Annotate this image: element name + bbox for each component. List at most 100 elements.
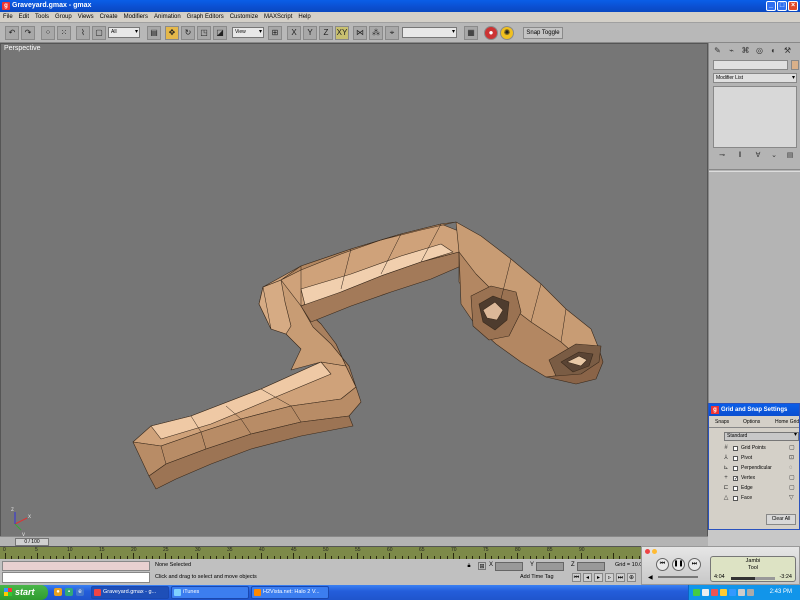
configure-modifier-sets-icon[interactable]: ▤	[785, 151, 795, 161]
select-by-name-icon[interactable]: ▤	[147, 26, 161, 40]
snap-toggle-button[interactable]: Snap Toggle	[523, 27, 563, 39]
coord-y-field[interactable]	[536, 562, 564, 571]
menu-animation[interactable]: Animation	[151, 12, 184, 23]
menu-graph-editors[interactable]: Graph Editors	[184, 12, 227, 23]
unlink-icon[interactable]: ⁙	[57, 26, 71, 40]
named-selection-dropdown[interactable]	[402, 27, 457, 38]
bind-space-warp-icon[interactable]: ⌇	[76, 26, 90, 40]
select-rotate-icon[interactable]: ↻	[181, 26, 195, 40]
snap-extra-icon-4[interactable]: ▢	[789, 474, 797, 483]
restrict-y-icon[interactable]: Y	[303, 26, 317, 40]
undo-icon[interactable]: ↶	[5, 26, 19, 40]
track-view-icon[interactable]: ▦	[464, 26, 478, 40]
coord-x-field[interactable]	[495, 562, 523, 571]
restrict-x-icon[interactable]: X	[287, 26, 301, 40]
minimize-button[interactable]: _	[766, 1, 776, 11]
object-color-swatch[interactable]	[791, 60, 799, 70]
maxscript-input-mini[interactable]	[2, 572, 150, 583]
tab-home-grid[interactable]: Home Grid	[775, 418, 799, 427]
make-unique-icon[interactable]: ∀	[753, 151, 763, 161]
close-button[interactable]: ×	[788, 1, 798, 11]
zoom-extents-icon[interactable]: ⊕	[627, 573, 636, 582]
play-icon[interactable]: ▸	[594, 573, 603, 582]
select-link-icon[interactable]: ⁘	[41, 26, 55, 40]
utilities-tab-icon[interactable]: ⚒	[782, 45, 793, 56]
restrict-xy-icon[interactable]: XY	[335, 26, 349, 40]
select-object-icon[interactable]: ▢	[92, 26, 106, 40]
restrict-z-icon[interactable]: Z	[319, 26, 333, 40]
menu-group[interactable]: Group	[52, 12, 75, 23]
quicklaunch-ie-icon[interactable]: e	[76, 588, 84, 596]
render-icon[interactable]: ✺	[500, 26, 514, 40]
modifier-stack[interactable]	[713, 86, 797, 148]
menu-help[interactable]: Help	[295, 12, 313, 23]
grid-points-checkbox[interactable]	[733, 446, 738, 451]
mirror-icon[interactable]: ⋈	[353, 26, 367, 40]
coord-z-field[interactable]	[577, 562, 605, 571]
hierarchy-tab-icon[interactable]: ⌘	[740, 45, 751, 56]
select-scale-icon[interactable]: ◳	[197, 26, 211, 40]
scale-options-icon[interactable]: ◪	[213, 26, 227, 40]
motion-tab-icon[interactable]: ◎	[754, 45, 765, 56]
reference-coord-dropdown[interactable]: View	[232, 27, 264, 38]
snap-extra-icon-6[interactable]: ▽	[789, 494, 797, 503]
menu-tools[interactable]: Tools	[32, 12, 52, 23]
align-icon[interactable]: ⌖	[385, 26, 399, 40]
tab-options[interactable]: Options	[743, 418, 760, 427]
snap-extra-icon-2[interactable]: ⊡	[789, 454, 797, 463]
tray-icon-1[interactable]	[693, 589, 700, 596]
menu-customize[interactable]: Customize	[227, 12, 261, 23]
previous-track-icon[interactable]: ⏮	[656, 558, 669, 571]
pause-icon[interactable]: ❚❚	[672, 558, 685, 571]
start-button[interactable]: start	[0, 585, 48, 600]
show-end-result-icon[interactable]: ‖	[735, 151, 745, 161]
display-tab-icon[interactable]: ◐	[768, 45, 779, 56]
redo-icon[interactable]: ↷	[21, 26, 35, 40]
tray-icon-7[interactable]	[747, 589, 754, 596]
snap-preset-dropdown[interactable]: Standard	[724, 432, 799, 441]
time-slider[interactable]: 0 / 100	[0, 536, 708, 546]
time-slider-thumb[interactable]: 0 / 100	[15, 538, 49, 546]
selection-filter-dropdown[interactable]: All	[108, 27, 140, 38]
object-name-field[interactable]	[713, 60, 788, 70]
menu-maxscript[interactable]: MAXScript	[261, 12, 295, 23]
menu-create[interactable]: Create	[97, 12, 121, 23]
grid-snap-titlebar[interactable]: g Grid and Snap Settings	[709, 404, 799, 416]
face-checkbox[interactable]	[733, 496, 738, 501]
menu-modifiers[interactable]: Modifiers	[121, 12, 151, 23]
track-bar[interactable]: 0 5 10 15 20 25 30 35 40 45 50 55 60 65 70 75 80 85 90	[0, 546, 708, 559]
perpendicular-checkbox[interactable]	[733, 466, 738, 471]
menu-edit[interactable]: Edit	[16, 12, 32, 23]
task-gmax[interactable]: Graveyard.gmax - g...	[91, 586, 169, 599]
tray-icon-4[interactable]	[720, 589, 727, 596]
go-to-end-icon[interactable]: ⏭	[616, 573, 625, 582]
go-to-start-icon[interactable]: ⏮	[572, 573, 581, 582]
remove-modifier-icon[interactable]: ⌄	[769, 151, 779, 161]
tray-icon-2[interactable]	[702, 589, 709, 596]
clock[interactable]: 2:43 PM	[770, 585, 792, 600]
tray-icon-6[interactable]	[738, 589, 745, 596]
pivot-checkbox[interactable]	[733, 456, 738, 461]
tray-icon-3[interactable]	[711, 589, 718, 596]
modify-tab-icon[interactable]: ⌁	[726, 45, 737, 56]
tray-icon-5[interactable]	[729, 589, 736, 596]
volume-slider[interactable]	[658, 576, 698, 578]
itunes-minimize-icon[interactable]	[652, 549, 657, 554]
pivot-center-icon[interactable]: ⊞	[268, 26, 282, 40]
perspective-viewport[interactable]: Perspective x y z	[0, 43, 708, 546]
snap-extra-icon-5[interactable]: ▢	[789, 484, 797, 493]
create-tab-icon[interactable]: ✎	[712, 45, 723, 56]
snap-extra-icon-3[interactable]: ◌	[789, 464, 797, 473]
tab-snaps[interactable]: Snaps	[715, 418, 729, 427]
quicklaunch-firefox-icon[interactable]: ●	[54, 588, 62, 596]
itunes-display[interactable]: Jambi Tool 4:04 -3:24	[710, 556, 796, 582]
material-editor-icon[interactable]: ●	[484, 26, 498, 40]
task-h2vista[interactable]: H2Vista.net: Halo 2 V...	[251, 586, 329, 599]
menu-views[interactable]: Views	[75, 12, 97, 23]
modifier-list-dropdown[interactable]: Modifier List	[713, 73, 797, 83]
pin-stack-icon[interactable]: ⊸	[717, 151, 727, 161]
next-frame-icon[interactable]: ▹	[605, 573, 614, 582]
snap-extra-icon-1[interactable]: ▢	[789, 444, 797, 453]
previous-frame-icon[interactable]: ◂	[583, 573, 592, 582]
array-icon[interactable]: ⁂	[369, 26, 383, 40]
